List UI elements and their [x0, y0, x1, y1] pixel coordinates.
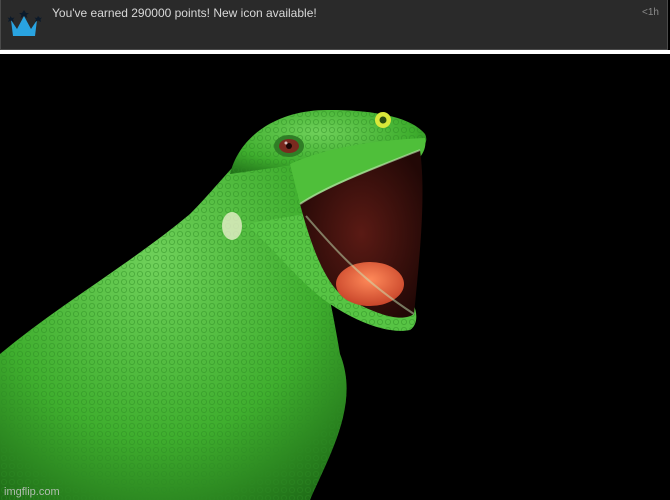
lizard-photo: imgflip.com [0, 54, 670, 500]
watermark: imgflip.com [4, 486, 60, 498]
notification-bar[interactable]: You've earned 290000 points! New icon av… [0, 0, 668, 50]
notification-time: <1h [642, 7, 659, 18]
notification-message: You've earned 290000 points! New icon av… [52, 6, 317, 20]
crown-icon [6, 10, 42, 38]
